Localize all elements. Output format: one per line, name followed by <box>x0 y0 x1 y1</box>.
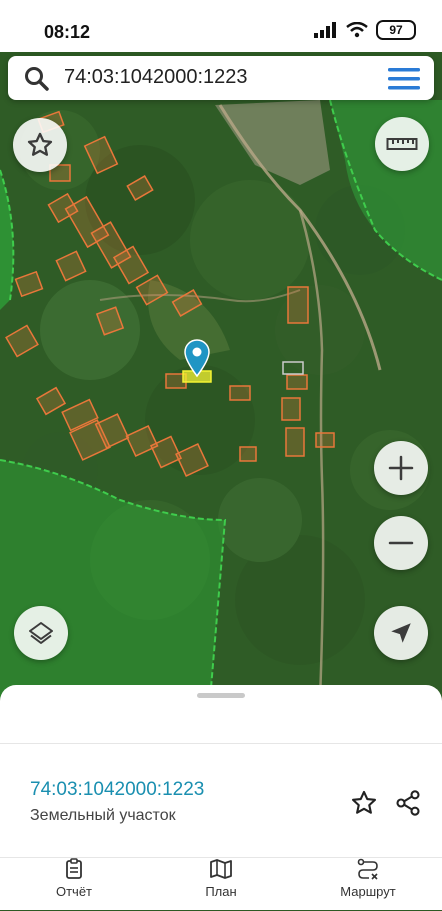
signal-icon <box>314 22 336 38</box>
zoom-in-button[interactable] <box>374 441 428 495</box>
status-icons: 97 <box>314 20 416 40</box>
search-icon[interactable] <box>24 66 50 92</box>
share-icon[interactable] <box>393 789 423 817</box>
my-location-button[interactable] <box>374 606 428 660</box>
route-icon <box>357 858 378 880</box>
battery-icon: 97 <box>376 20 416 40</box>
minus-icon <box>388 541 414 545</box>
tab-route-label: Маршрут <box>340 884 396 899</box>
wifi-icon <box>346 22 368 38</box>
ruler-icon <box>386 138 418 150</box>
tab-report-label: Отчёт <box>55 884 93 899</box>
star-icon <box>27 132 53 156</box>
zoom-out-button[interactable] <box>374 516 428 570</box>
star-icon[interactable] <box>349 789 379 817</box>
satellite-imagery[interactable] <box>0 100 442 700</box>
parcel-info-sheet[interactable]: 74:03:1042000:1223 Земельный участок Отч… <box>0 685 442 910</box>
tab-report[interactable]: Отчёт <box>14 858 134 911</box>
status-time: 08:12 <box>44 22 91 42</box>
layers-icon <box>29 622 53 644</box>
cadastral-number[interactable]: 74:03:1042000:1223 <box>30 779 204 801</box>
layers-button[interactable] <box>14 606 68 660</box>
navigation-arrow-icon <box>391 623 411 643</box>
search-query[interactable]: 74:03:1042000:1223 <box>64 66 248 89</box>
tab-plan[interactable]: План <box>161 858 281 911</box>
drag-handle[interactable] <box>197 693 245 698</box>
sheet-divider <box>0 743 442 744</box>
parcel-type: Земельный участок <box>30 807 176 824</box>
satellite-map[interactable] <box>0 100 442 700</box>
status-bar: 08:12 97 <box>0 0 442 52</box>
map-plan-icon <box>210 859 232 879</box>
menu-icon[interactable] <box>388 68 420 90</box>
search-bar[interactable]: 74:03:1042000:1223 <box>8 56 434 100</box>
measure-ruler-button[interactable] <box>375 117 429 171</box>
plus-icon <box>388 455 414 481</box>
report-icon <box>66 858 82 879</box>
tab-route[interactable]: Маршрут <box>308 858 428 911</box>
battery-level: 97 <box>389 23 403 37</box>
favorite-button[interactable] <box>13 118 67 172</box>
bottom-tab-bar: Отчёт План Маршрут <box>0 857 442 911</box>
tab-plan-label: План <box>205 884 237 899</box>
